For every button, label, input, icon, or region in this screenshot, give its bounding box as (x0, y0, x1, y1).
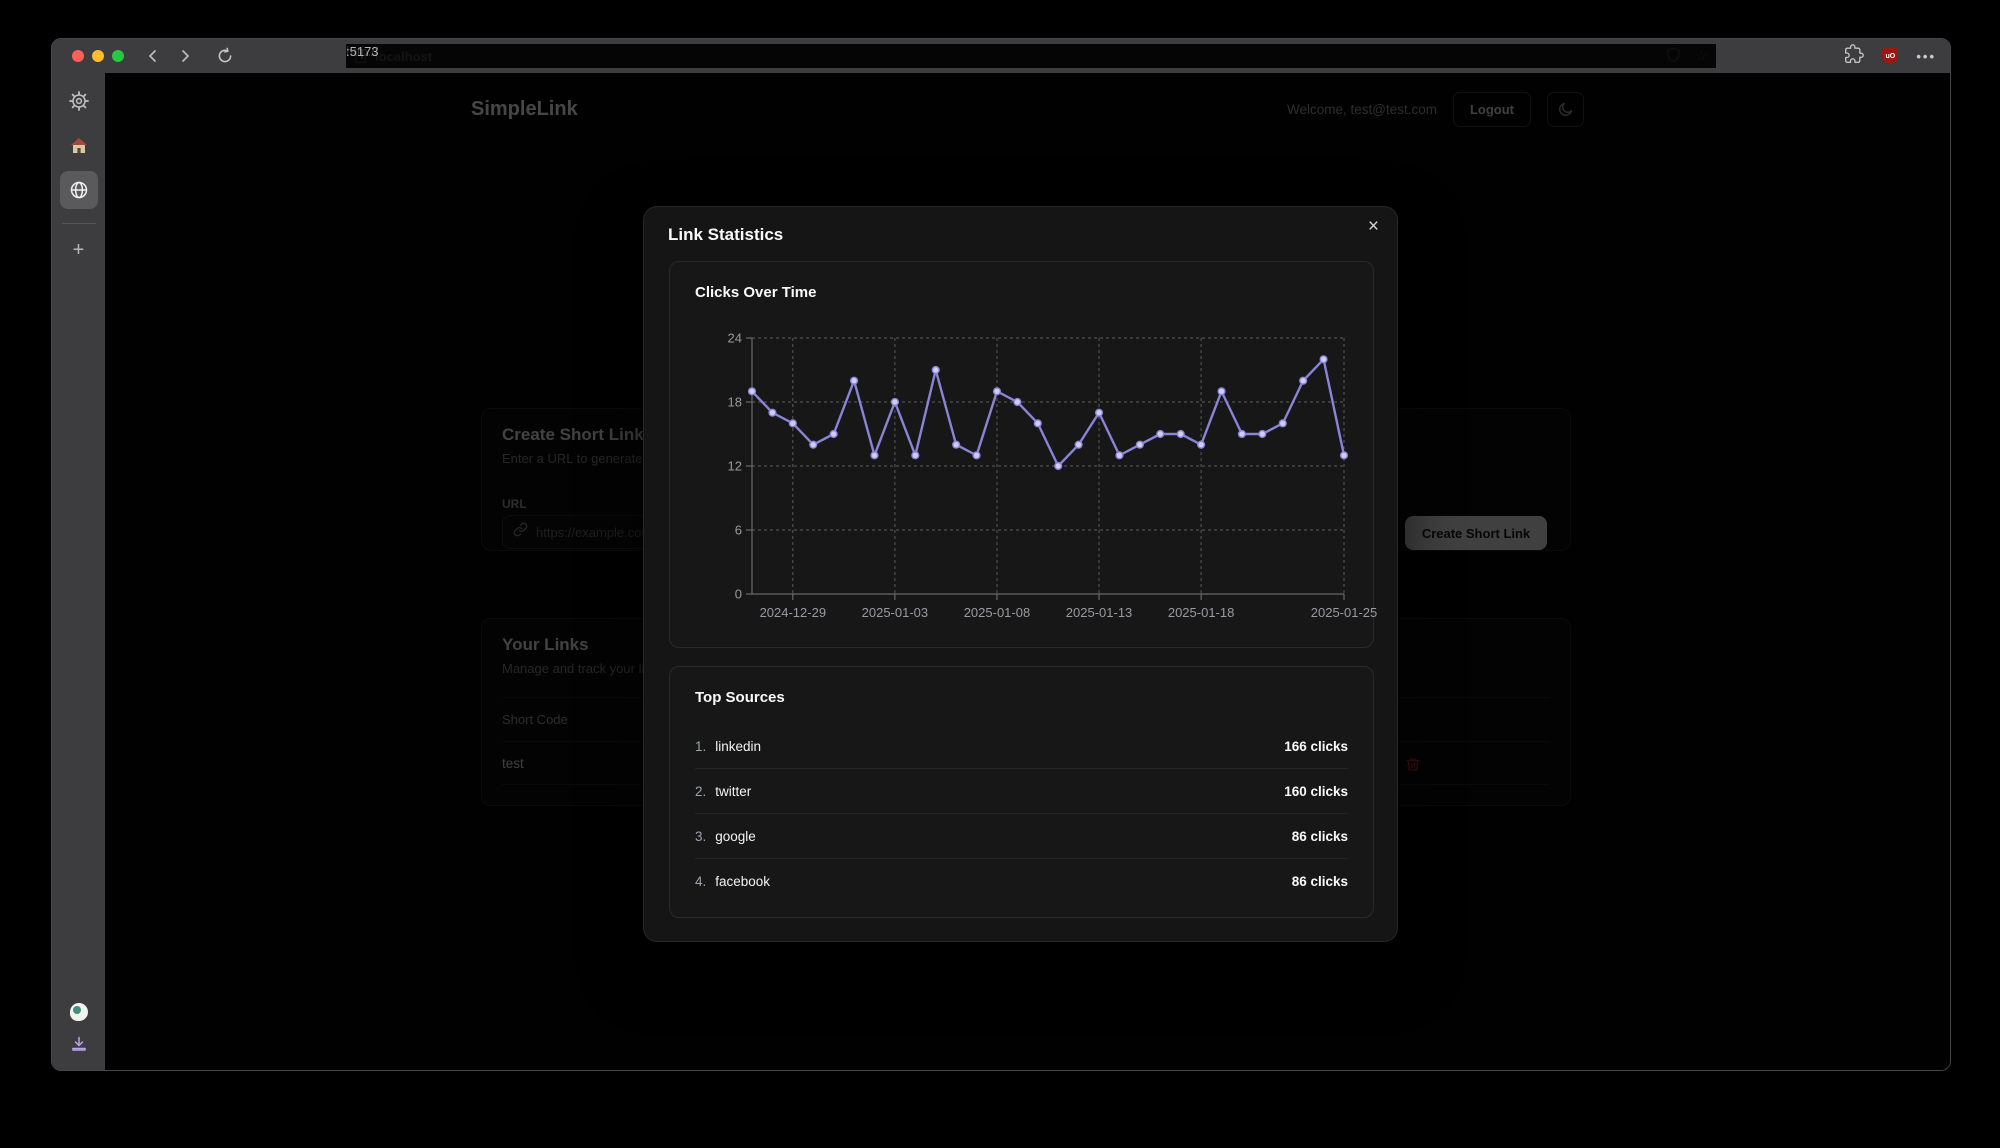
svg-text:6: 6 (735, 523, 742, 538)
close-icon[interactable]: × (1368, 217, 1379, 236)
browser-sidebar: + (52, 73, 105, 1070)
back-icon[interactable] (146, 49, 160, 63)
browser-toolbar: http://localhost:5173 ☆ uO ••• (52, 39, 1950, 73)
browser-logo-icon[interactable] (70, 1003, 88, 1021)
browser-window: http://localhost:5173 ☆ uO ••• (51, 38, 1951, 1071)
svg-text:2025-01-25: 2025-01-25 (1311, 605, 1378, 620)
source-name: google (715, 829, 756, 844)
source-clicks: 166 clicks (1284, 739, 1348, 754)
svg-text:0: 0 (735, 587, 742, 602)
url-text: http://localhost:5173 (375, 49, 1666, 64)
sidebar-divider (62, 223, 96, 224)
source-name: linkedin (715, 739, 761, 754)
top-sources-title: Top Sources (695, 689, 785, 706)
address-bar[interactable]: http://localhost:5173 ☆ (346, 44, 1716, 68)
list-item: 2. twitter 160 clicks (695, 769, 1348, 814)
close-window-button[interactable] (72, 50, 84, 62)
home-tab-icon[interactable] (61, 127, 97, 163)
source-rank: 1. (695, 739, 706, 754)
top-sources-card: Top Sources 1. linkedin 166 clicks 2. twit… (669, 666, 1374, 918)
source-rank: 4. (695, 874, 706, 889)
svg-text:2024-12-29: 2024-12-29 (760, 605, 827, 620)
page-viewport: SimpleLink Welcome, test@test.com Logout… (105, 73, 1950, 1070)
svg-text:2025-01-18: 2025-01-18 (1168, 605, 1235, 620)
list-item: 1. linkedin 166 clicks (695, 724, 1348, 769)
top-sources-list: 1. linkedin 166 clicks 2. twitter 160 clic… (695, 724, 1348, 904)
clicks-over-time-chart: 0 6 12 18 24 2024-12-29 2025-01-03 2025-01-08 20… (682, 314, 1362, 634)
source-clicks: 86 clicks (1292, 829, 1348, 844)
forward-icon[interactable] (178, 49, 192, 63)
downloads-icon[interactable] (70, 1035, 88, 1058)
traffic-lights (72, 50, 124, 62)
modal-title: Link Statistics (668, 225, 783, 245)
chart-title: Clicks Over Time (695, 284, 816, 301)
svg-text:2025-01-03: 2025-01-03 (862, 605, 929, 620)
list-item: 3. google 86 clicks (695, 814, 1348, 859)
source-rank: 2. (695, 784, 706, 799)
extensions-puzzle-icon[interactable] (1844, 44, 1864, 69)
settings-gear-icon[interactable] (61, 83, 97, 119)
zoom-window-button[interactable] (112, 50, 124, 62)
source-name: twitter (715, 784, 751, 799)
source-clicks: 160 clicks (1284, 784, 1348, 799)
active-globe-tab[interactable] (60, 171, 98, 209)
reload-icon[interactable] (216, 47, 234, 65)
svg-text:24: 24 (728, 331, 742, 346)
minimize-window-button[interactable] (92, 50, 104, 62)
ublock-extension-icon[interactable]: uO (1882, 48, 1898, 64)
source-clicks: 86 clicks (1292, 874, 1348, 889)
source-name: facebook (715, 874, 770, 889)
list-item: 4. facebook 86 clicks (695, 859, 1348, 904)
more-menu-icon[interactable]: ••• (1916, 49, 1936, 64)
new-tab-button[interactable]: + (61, 232, 97, 268)
svg-text:2025-01-13: 2025-01-13 (1066, 605, 1133, 620)
svg-text:12: 12 (728, 459, 742, 474)
svg-text:2025-01-08: 2025-01-08 (964, 605, 1031, 620)
source-rank: 3. (695, 829, 706, 844)
clicks-over-time-card: Clicks Over Time 0 6 12 18 24 2024-12-29 2025-… (669, 261, 1374, 648)
svg-text:18: 18 (728, 395, 742, 410)
link-statistics-modal: Link Statistics × Clicks Over Time 0 6 12 1… (643, 206, 1398, 942)
